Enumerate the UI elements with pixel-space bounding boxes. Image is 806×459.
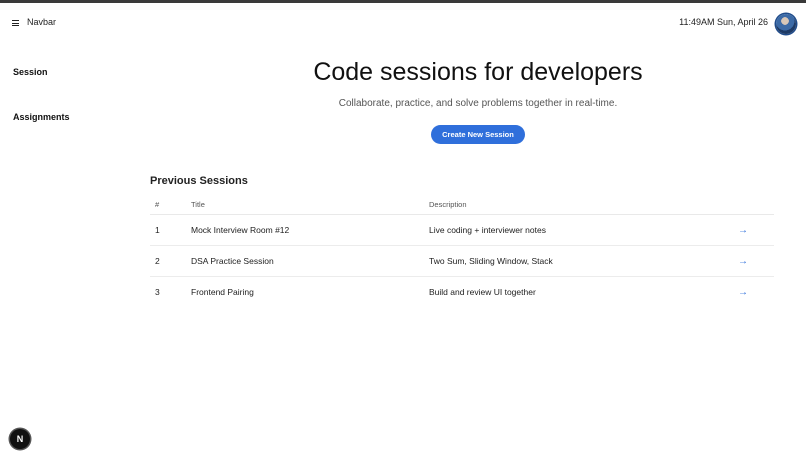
table-header-row: # Title Description [150,194,774,215]
sessions-table: # Title Description 1 Mock Interview Roo… [150,194,774,307]
sidebar-item-session[interactable]: Session [13,67,48,77]
row-description: Build and review UI together [429,287,536,297]
row-number: 3 [155,287,160,297]
column-header-action [729,194,774,215]
hamburger-icon[interactable] [12,20,19,26]
row-title: DSA Practice Session [191,245,429,277]
row-title: Frontend Pairing [191,287,254,297]
table-row[interactable]: 3 Frontend Pairing Build and review UI t… [150,277,774,308]
column-header-title: Title [191,194,429,215]
table-row[interactable]: 1 Mock Interview Room #12 Live coding + … [150,214,774,246]
column-header-description: Description [429,194,729,215]
sidebar-item-assignments[interactable]: Assignments [13,112,70,122]
row-number: 1 [150,214,191,246]
create-new-session-button[interactable]: Create New Session [431,125,525,144]
previous-sessions-heading: Previous Sessions [150,175,248,187]
datetime-display: 11:49AM Sun, April 26 [679,17,768,27]
row-number: 2 [150,245,191,277]
user-avatar[interactable] [776,14,796,34]
row-description: Live coding + interviewer notes [429,214,729,246]
page-subtitle: Collaborate, practice, and solve problem… [338,98,618,109]
open-session-arrow-icon[interactable]: → [729,287,748,298]
table-row[interactable]: 2 DSA Practice Session Two Sum, Sliding … [150,245,774,277]
nextjs-dev-badge-icon[interactable]: N [10,429,30,449]
open-session-arrow-icon[interactable]: → [729,256,748,267]
column-header-number: # [150,194,191,215]
navbar: Navbar 11:49AM Sun, April 26 [0,3,806,41]
open-session-arrow-icon[interactable]: → [729,225,748,236]
row-description: Two Sum, Sliding Window, Stack [429,245,729,277]
navbar-title: Navbar [27,17,57,27]
page-title: Code sessions for developers [313,58,643,86]
row-title: Mock Interview Room #12 [191,214,429,246]
